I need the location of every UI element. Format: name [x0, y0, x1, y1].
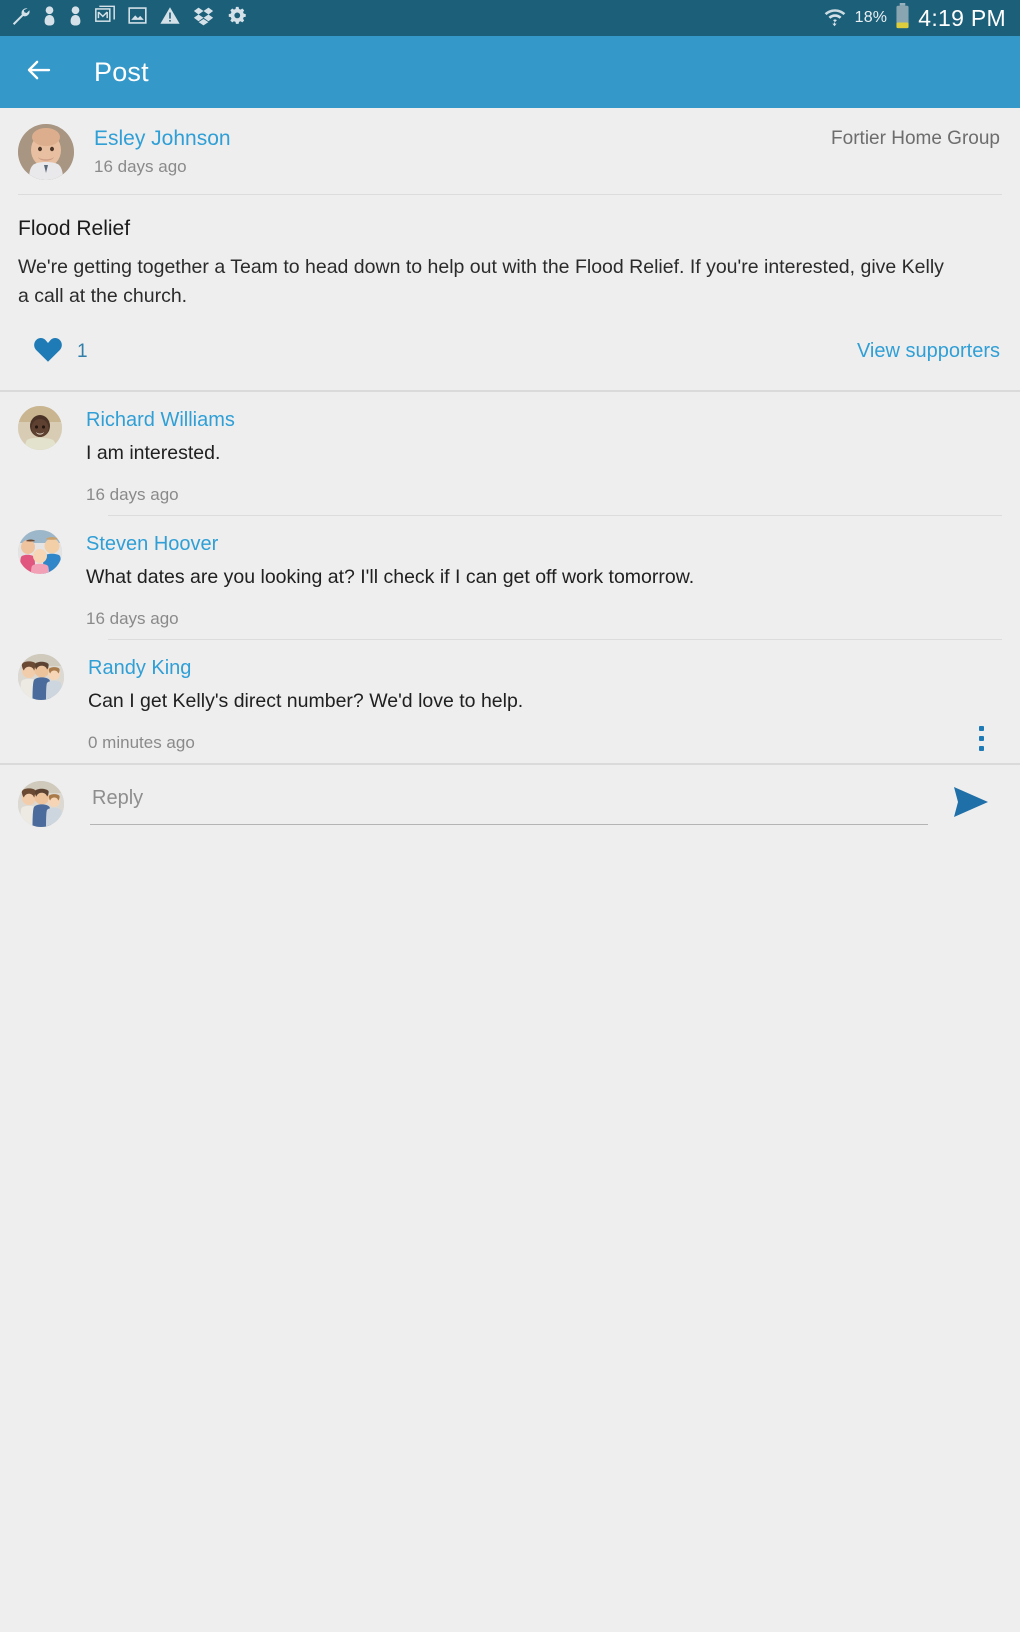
like-count-label: 1 — [77, 340, 88, 362]
reply-input[interactable] — [90, 783, 928, 825]
comment-timestamp: 16 days ago — [86, 485, 179, 504]
wifi-icon — [823, 4, 847, 33]
comment-text: Can I get Kelly's direct number? We'd lo… — [88, 690, 524, 712]
post-group-name: Fortier Home Group — [831, 128, 1000, 149]
post-author-name[interactable]: Esley Johnson — [94, 126, 231, 152]
comment-body: Steven Hoover What dates are you looking… — [86, 530, 1002, 629]
reply-bar — [0, 765, 1020, 849]
battery-percent-label: 18% — [854, 9, 888, 26]
contact-icon — [42, 5, 57, 31]
app-root: 18% 4:19 PM Post Esley Johnson 16 days a… — [0, 0, 1020, 1632]
post-card: Esley Johnson 16 days ago Fortier Home G… — [0, 108, 1020, 390]
contact-icon — [68, 5, 83, 31]
post-timestamp: 16 days ago — [94, 157, 187, 176]
comment-text: I am interested. — [86, 442, 221, 464]
avatar[interactable] — [18, 530, 62, 574]
post-body-text: We're getting together a Team to head do… — [18, 256, 944, 307]
like-button[interactable]: 1 — [33, 335, 88, 368]
status-bar-system-icons: 18% 4:19 PM — [823, 2, 1006, 34]
menu-dot — [978, 725, 984, 731]
comment-timestamp: 0 minutes ago — [88, 733, 195, 752]
avatar[interactable] — [18, 654, 64, 700]
comment-author-name[interactable]: Randy King — [88, 655, 1002, 681]
list-item: Richard Williams I am interested. 16 day… — [18, 392, 1002, 515]
commenter-avatar-image — [18, 406, 62, 450]
user-avatar-image — [18, 781, 64, 827]
post-author-block: Esley Johnson 16 days ago — [94, 124, 231, 179]
page-background — [0, 849, 1020, 1632]
status-bar: 18% 4:19 PM — [0, 0, 1020, 36]
list-item: Randy King Can I get Kelly's direct numb… — [18, 640, 1002, 763]
comment-author-name[interactable]: Richard Williams — [86, 407, 1002, 433]
avatar[interactable] — [18, 781, 64, 827]
battery-icon — [895, 2, 910, 34]
menu-dot — [978, 735, 984, 741]
settings-sync-icon — [226, 5, 248, 31]
comment-author-name[interactable]: Steven Hoover — [86, 531, 1002, 557]
reply-field-wrapper — [90, 783, 928, 825]
clock-label: 4:19 PM — [918, 4, 1006, 31]
view-supporters-link[interactable]: View supporters — [857, 340, 1000, 363]
avatar[interactable] — [18, 124, 74, 180]
app-bar: Post — [0, 36, 1020, 108]
warning-icon — [159, 5, 181, 31]
comment-body: Randy King Can I get Kelly's direct numb… — [88, 654, 1002, 753]
post-title: Flood Relief — [18, 217, 131, 240]
back-arrow-icon — [24, 55, 54, 90]
comments-list: Richard Williams I am interested. 16 day… — [0, 392, 1020, 763]
gmail-icon — [94, 5, 116, 31]
page-title: Post — [94, 56, 149, 87]
list-item: Steven Hoover What dates are you looking… — [18, 516, 1002, 639]
post-actions-row: 1 View supporters — [18, 311, 1002, 390]
comment-body: Richard Williams I am interested. 16 day… — [86, 406, 1002, 505]
comment-timestamp: 16 days ago — [86, 609, 179, 628]
commenter-avatar-image — [18, 530, 62, 574]
overflow-menu-icon[interactable] — [968, 721, 994, 755]
back-button[interactable] — [22, 55, 56, 89]
send-icon — [951, 785, 991, 824]
wrench-icon — [10, 5, 31, 31]
status-bar-notification-icons — [10, 5, 248, 31]
menu-dot — [978, 745, 984, 751]
commenter-avatar-image — [18, 654, 64, 700]
send-button[interactable] — [948, 782, 994, 826]
heart-icon — [33, 335, 63, 368]
dropbox-icon — [192, 5, 215, 31]
post-header: Esley Johnson 16 days ago Fortier Home G… — [18, 108, 1002, 194]
avatar[interactable] — [18, 406, 62, 450]
comment-text: What dates are you looking at? I'll chec… — [86, 566, 695, 588]
photo-icon — [127, 5, 148, 31]
author-avatar-image — [18, 124, 74, 180]
